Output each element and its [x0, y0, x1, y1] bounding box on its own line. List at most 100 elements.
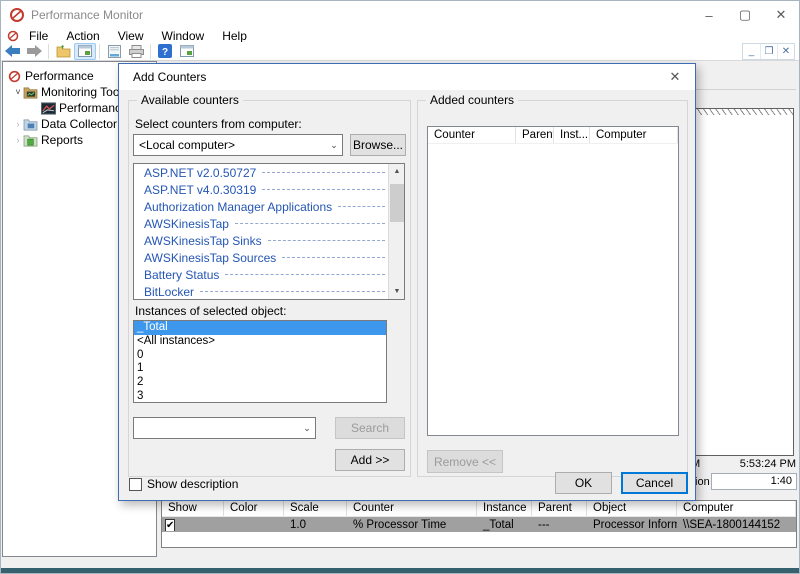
instances-list[interactable]: _Total <All instances> 0 1 2 3: [133, 320, 387, 403]
counter-list-scrollbar[interactable]: ▲ ▼: [388, 164, 404, 299]
current-activity-button[interactable]: [74, 43, 96, 60]
reports-icon: [23, 134, 38, 147]
chevron-down-icon[interactable]: ⌄: [326, 140, 342, 151]
instance-item[interactable]: 2: [134, 376, 386, 390]
dialog-close-icon[interactable]: ✕: [665, 68, 685, 86]
counter-item[interactable]: AWSKinesisTap Sinks: [134, 232, 404, 249]
legend-col-color[interactable]: Color: [224, 501, 284, 516]
window-icon: [78, 45, 92, 57]
menu-file[interactable]: File: [23, 29, 54, 43]
legend-col-computer[interactable]: Computer: [677, 501, 796, 516]
legend-col-counter[interactable]: Counter: [347, 501, 477, 516]
counter-item[interactable]: Battery Status: [134, 266, 404, 283]
legend-col-show[interactable]: Show: [162, 501, 224, 516]
perfmon-view-button[interactable]: [176, 43, 198, 60]
legend-col-parent[interactable]: Parent: [532, 501, 587, 516]
added-col-parent[interactable]: Parent: [516, 127, 554, 143]
counter-item[interactable]: AWSKinesisTap Sources: [134, 249, 404, 266]
open-button[interactable]: [52, 43, 74, 60]
collapsed-chevron-icon[interactable]: ›: [13, 119, 23, 129]
added-col-counter[interactable]: Counter: [428, 127, 516, 143]
legend-parent-value: ---: [532, 519, 587, 531]
forward-button[interactable]: [23, 43, 45, 60]
dialog-title-bar: Add Counters ✕: [119, 64, 695, 90]
minimize-button[interactable]: –: [691, 1, 727, 29]
back-arrow-icon: [5, 45, 20, 57]
menu-window[interactable]: Window: [156, 29, 211, 43]
dialog-title: Add Counters: [133, 70, 206, 84]
browse-button[interactable]: Browse...: [350, 134, 406, 156]
show-description-label: Show description: [147, 477, 238, 491]
properties-button[interactable]: [103, 43, 125, 60]
help-button[interactable]: ?: [154, 43, 176, 60]
counter-item[interactable]: Authorization Manager Applications: [134, 198, 404, 215]
select-computer-label: Select counters from computer:: [135, 117, 302, 131]
legend-col-object[interactable]: Object: [587, 501, 677, 516]
add-button[interactable]: Add >>: [335, 449, 405, 471]
added-list-header: Counter Parent Inst... Computer: [428, 127, 678, 144]
available-counter-list[interactable]: ASP.NET v2.0.50727 ASP.NET v4.0.30319 Au…: [133, 163, 405, 300]
legend-computer-value: \\SEA-1800144152: [677, 519, 796, 531]
instance-item-selected[interactable]: _Total: [134, 321, 386, 335]
ok-button[interactable]: OK: [555, 472, 612, 494]
add-counters-dialog: Add Counters ✕ Available counters Select…: [118, 63, 696, 501]
instance-search-combobox[interactable]: ⌄: [133, 417, 316, 439]
counter-item[interactable]: AWSKinesisTap: [134, 215, 404, 232]
legend-counter-value: % Processor Time: [347, 519, 477, 531]
pane-divider-line: [696, 89, 796, 90]
counter-item[interactable]: ASP.NET v2.0.50727: [134, 164, 404, 181]
window-bottom-edge: [1, 568, 799, 573]
close-button[interactable]: ✕: [763, 1, 799, 29]
show-description-row[interactable]: Show description: [129, 477, 238, 491]
show-checkbox[interactable]: ✔: [165, 519, 175, 531]
instance-item[interactable]: 3: [134, 390, 386, 403]
monitoring-tools-folder-icon: [23, 86, 38, 99]
mdi-minimize-button[interactable]: _: [743, 44, 760, 59]
instance-item[interactable]: 0: [134, 349, 386, 363]
counter-item[interactable]: BitLocker: [134, 283, 404, 300]
added-counters-list[interactable]: Counter Parent Inst... Computer: [427, 126, 679, 436]
scroll-up-icon[interactable]: ▲: [389, 164, 405, 179]
mdi-restore-button[interactable]: ❐: [760, 44, 777, 59]
available-counters-group: Available counters Select counters from …: [128, 100, 411, 477]
instances-label: Instances of selected object:: [135, 304, 286, 318]
legend-col-instance[interactable]: Instance: [477, 501, 532, 516]
added-counters-label: Added counters: [426, 93, 518, 107]
added-col-instance[interactable]: Inst...: [554, 127, 590, 143]
chevron-down-icon[interactable]: ⌄: [299, 423, 315, 434]
duration-value-field: 1:40: [711, 473, 797, 490]
computer-combobox[interactable]: <Local computer> ⌄: [133, 134, 343, 156]
tree-item-monitoring-tools[interactable]: ˅ Monitoring Tools: [13, 84, 128, 100]
maximize-button[interactable]: ▢: [727, 1, 763, 29]
counter-legend-table: Show Color Scale Counter Instance Parent…: [161, 500, 797, 548]
remove-button[interactable]: Remove <<: [427, 450, 503, 473]
legend-col-scale[interactable]: Scale: [284, 501, 347, 516]
added-col-computer[interactable]: Computer: [590, 127, 678, 143]
back-button[interactable]: [1, 43, 23, 60]
tree-item-performance[interactable]: Performance: [7, 68, 94, 84]
menu-help[interactable]: Help: [216, 29, 253, 43]
menu-bar: File Action View Window Help: [1, 29, 799, 42]
instance-item[interactable]: <All instances>: [134, 335, 386, 349]
legend-counter-row[interactable]: ✔ 1.0 % Processor Time _Total --- Proces…: [162, 517, 796, 532]
search-button[interactable]: Search: [335, 417, 405, 439]
forward-arrow-icon: [27, 45, 42, 57]
legend-instance-value: _Total: [477, 519, 532, 531]
tree-item-reports[interactable]: › Reports: [13, 132, 83, 148]
show-description-checkbox[interactable]: [129, 478, 142, 491]
scroll-down-icon[interactable]: ▼: [389, 284, 405, 299]
monitor-icon: [180, 45, 194, 57]
counter-item[interactable]: ASP.NET v4.0.30319: [134, 181, 404, 198]
instance-item[interactable]: 1: [134, 362, 386, 376]
expanded-chevron-icon[interactable]: ˅: [13, 87, 23, 97]
scrollbar-thumb[interactable]: [390, 184, 404, 222]
cancel-button[interactable]: Cancel: [621, 472, 688, 494]
toolbar: ? _ ❐ ✕: [1, 42, 799, 61]
mdi-close-button[interactable]: ✕: [777, 44, 794, 59]
menu-view[interactable]: View: [112, 29, 150, 43]
print-button[interactable]: [125, 43, 147, 60]
help-icon: ?: [158, 44, 172, 58]
instance-search-input[interactable]: [134, 418, 299, 438]
menu-action[interactable]: Action: [60, 29, 105, 43]
collapsed-chevron-icon[interactable]: ›: [13, 135, 23, 145]
